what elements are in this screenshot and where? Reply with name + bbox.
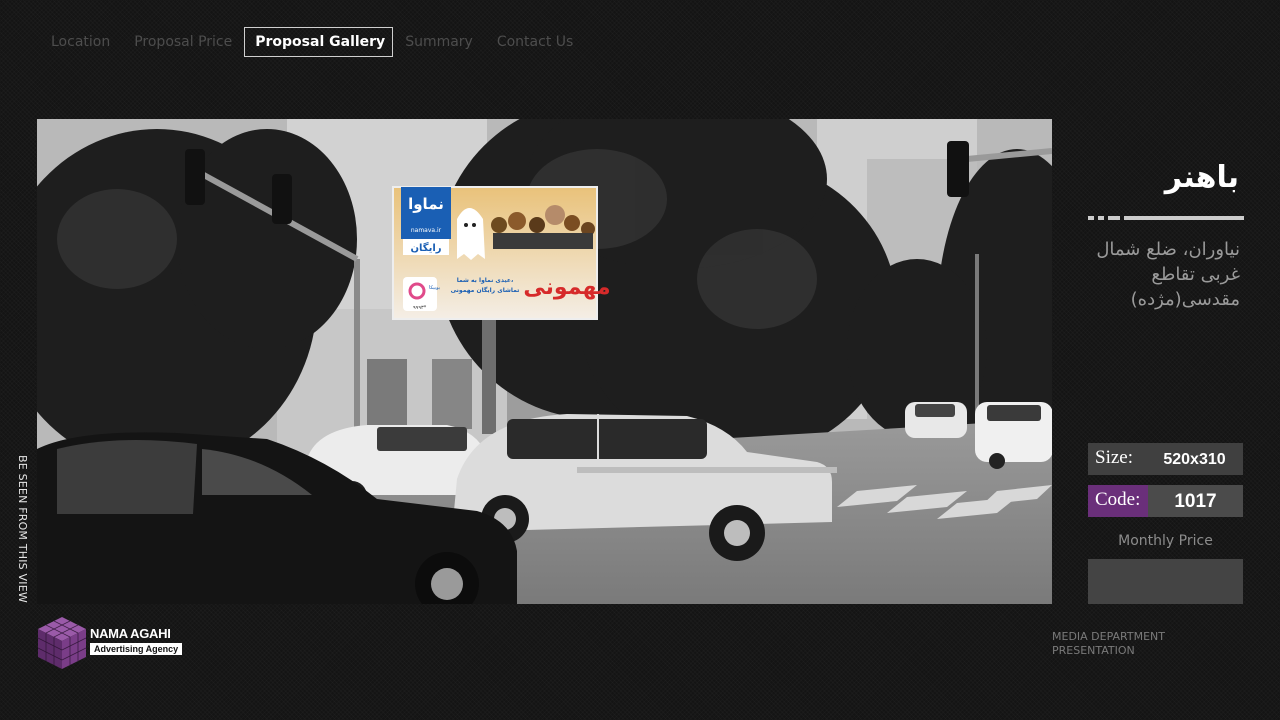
location-title: باهنر — [1164, 160, 1239, 195]
agency-name: NAMA AGAHI — [90, 626, 171, 641]
billboard-ad: نماوا namava.ir رایگان مهمونی عیدی نماوا… — [392, 186, 611, 320]
billboard-photo: نماوا namava.ir رایگان مهمونی عیدی نماوا… — [37, 119, 1052, 604]
billboard-slogan: تماشای رایگان مهمونی — [451, 286, 520, 294]
billboard-brand: نماوا — [408, 195, 444, 213]
code-label: Code: — [1088, 485, 1148, 517]
nav-contact-us[interactable]: Contact Us — [485, 27, 585, 57]
location-address: نیاوران، ضلع شمال غربی تقاطع مقدسی(مژده) — [1096, 239, 1240, 310]
code-value: 1017 — [1148, 485, 1243, 517]
billboard-partner: بوبیکا — [429, 285, 440, 291]
nav-location[interactable]: Location — [48, 27, 122, 57]
purple-cube-icon — [37, 617, 87, 669]
monthly-price-value — [1088, 559, 1243, 604]
view-caption: BE SEEN FROM THIS VIEW — [16, 455, 29, 603]
nav-proposal-gallery[interactable]: Proposal Gallery — [244, 27, 394, 57]
department-label: MEDIA DEPARTMENT PRESENTATION — [1052, 630, 1166, 657]
size-value: 520x310 — [1146, 443, 1243, 475]
billboard-show-title: مهمونی — [523, 275, 610, 300]
nav-summary[interactable]: Summary — [393, 27, 485, 57]
top-nav: Location Proposal Price Proposal Gallery… — [48, 27, 585, 57]
billboard-phone: ۹۹۹۳* — [413, 305, 427, 311]
title-divider — [1088, 216, 1244, 222]
code-box: Code: 1017 — [1088, 485, 1243, 517]
agency-subtitle: Advertising Agency — [90, 643, 183, 655]
billboard-free-label: رایگان — [410, 241, 441, 254]
nav-proposal-price[interactable]: Proposal Price — [122, 27, 244, 57]
billboard-url: namava.ir — [411, 227, 442, 234]
size-label: Size: — [1088, 443, 1146, 475]
monthly-price-label: Monthly Price — [1118, 533, 1213, 549]
size-box: Size: 520x310 — [1088, 443, 1243, 475]
billboard-slogan: عیدی نماوا به شما، — [457, 277, 513, 284]
